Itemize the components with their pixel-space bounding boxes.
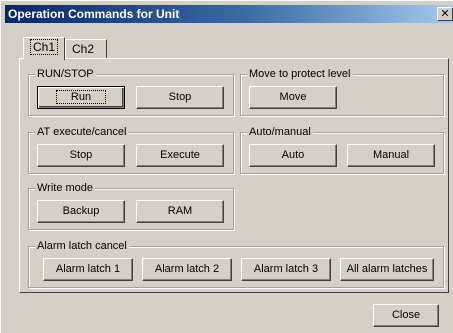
close-icon[interactable]: ✕ xyxy=(437,7,453,21)
alarm-latch-1-button[interactable]: Alarm latch 1 xyxy=(43,258,133,281)
at-execute-button[interactable]: Execute xyxy=(136,144,224,167)
alarm-latch-2-button[interactable]: Alarm latch 2 xyxy=(142,258,232,281)
group-run-stop: RUN/STOP Run Stop xyxy=(28,67,234,116)
group-at-execute-title: AT execute/cancel xyxy=(35,125,129,139)
window-title: Operation Commands for Unit xyxy=(8,7,180,21)
title-bar[interactable]: Operation Commands for Unit ✕ xyxy=(5,5,453,23)
tab-ch1-label: Ch1 xyxy=(30,39,59,55)
group-run-stop-title: RUN/STOP xyxy=(35,67,96,81)
alarm-latch-3-button[interactable]: Alarm latch 3 xyxy=(241,258,331,281)
tab-panel: RUN/STOP Run Stop Move to protect level … xyxy=(19,58,449,293)
run-button-label: Run xyxy=(55,90,107,104)
at-stop-button[interactable]: Stop xyxy=(37,144,125,167)
group-alarm-latch-title: Alarm latch cancel xyxy=(35,239,129,253)
backup-button[interactable]: Backup xyxy=(37,200,125,223)
manual-button[interactable]: Manual xyxy=(347,144,435,167)
group-write-mode: Write mode Backup RAM xyxy=(28,181,234,230)
group-protect-level-title: Move to protect level xyxy=(247,67,353,81)
group-write-mode-title: Write mode xyxy=(35,181,96,195)
tab-ch2-label: Ch2 xyxy=(72,42,95,56)
auto-button[interactable]: Auto xyxy=(249,144,337,167)
all-alarm-latches-button[interactable]: All alarm latches xyxy=(340,258,434,281)
move-button[interactable]: Move xyxy=(249,86,337,109)
group-alarm-latch: Alarm latch cancel Alarm latch 1 Alarm l… xyxy=(28,239,444,288)
group-auto-manual-title: Auto/manual xyxy=(247,125,313,139)
group-protect-level: Move to protect level Move xyxy=(240,67,444,116)
ram-button[interactable]: RAM xyxy=(136,200,224,223)
stop-button[interactable]: Stop xyxy=(136,86,224,109)
dialog-window: Operation Commands for Unit ✕ Ch1 Ch2 RU… xyxy=(0,0,453,333)
tab-ch2[interactable]: Ch2 xyxy=(65,39,107,59)
group-auto-manual: Auto/manual Auto Manual xyxy=(240,125,444,174)
close-button[interactable]: Close xyxy=(373,304,439,327)
tab-ch1[interactable]: Ch1 xyxy=(23,37,65,60)
run-button[interactable]: Run xyxy=(37,86,125,109)
group-at-execute: AT execute/cancel Stop Execute xyxy=(28,125,234,174)
